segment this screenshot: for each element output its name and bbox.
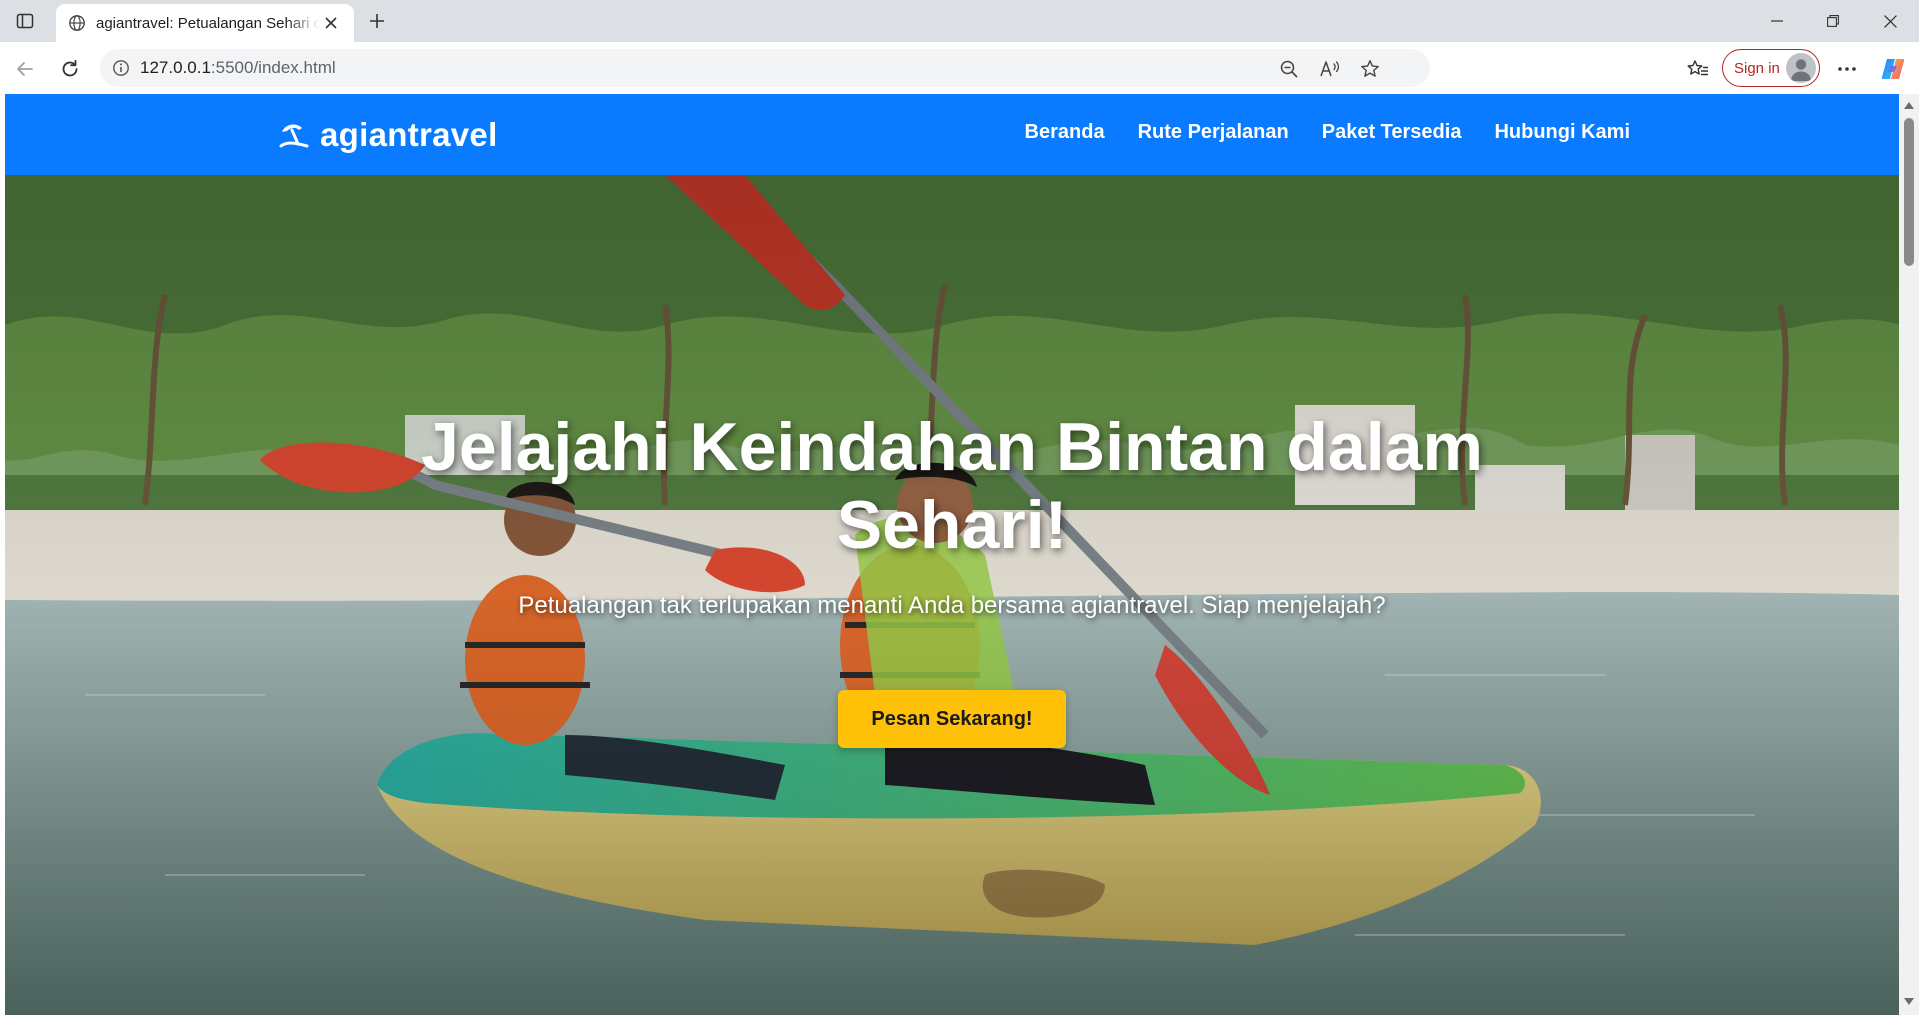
close-window-button[interactable] [1862,0,1918,42]
sidebar-toggle-button[interactable] [8,6,42,36]
nav-link-paket-tersedia[interactable]: Paket Tersedia [1322,121,1462,144]
reload-button[interactable] [53,52,87,86]
page-scrollbar[interactable] [1899,94,1919,1015]
restore-button[interactable] [1805,0,1861,42]
restore-icon [1827,15,1839,27]
umbrella-beach-icon [278,119,310,151]
address-text: 127.0.0.1:5500/index.html [140,58,336,78]
scroll-thumb[interactable] [1904,118,1914,266]
read-aloud-icon [1320,61,1340,77]
info-icon[interactable] [112,59,130,77]
nav-link-rute-perjalanan[interactable]: Rute Perjalanan [1138,121,1289,144]
minimize-button[interactable] [1749,0,1805,42]
globe-icon [69,15,85,31]
main-nav: Beranda Rute Perjalanan Paket Tersedia H… [1025,121,1630,144]
more-icon [1838,67,1856,71]
zoom-out-icon [1280,60,1298,78]
browser-toolbar: 127.0.0.1:5500/index.html Sign in [0,42,1919,94]
plus-icon [370,14,384,28]
browser-tab[interactable]: agiantravel: Petualangan Sehari di Binta… [56,4,354,42]
avatar [1786,53,1816,83]
tab-title: agiantravel: Petualangan Sehari di Binta… [96,14,320,32]
zoom-button[interactable] [1276,56,1302,82]
person-icon [1790,59,1812,81]
hero-title: Jelajahi Keindahan Bintan dalam Sehari! [421,409,1483,563]
sign-in-button[interactable]: Sign in [1722,49,1820,87]
new-tab-button[interactable] [361,6,393,36]
address-bar[interactable]: 127.0.0.1:5500/index.html [100,49,1430,87]
scroll-up-arrow[interactable] [1904,102,1914,109]
sign-in-label: Sign in [1734,59,1780,77]
favorites-button[interactable] [1681,52,1715,86]
reload-icon [62,59,78,77]
close-icon [325,17,337,29]
copilot-button[interactable] [1876,52,1910,86]
site-navbar: agiantravel Beranda Rute Perjalanan Pake… [5,94,1899,175]
read-aloud-button[interactable] [1317,56,1343,82]
brand-logo-link[interactable]: agiantravel [278,114,498,156]
star-icon [1361,60,1379,77]
scroll-down-arrow[interactable] [1904,998,1914,1005]
address-host: 127.0.0.1 [140,58,211,77]
arrow-left-icon [17,62,33,76]
address-path: :5500/index.html [210,58,336,77]
copilot-icon [1881,59,1905,79]
back-button[interactable] [8,52,42,86]
book-now-button[interactable]: Pesan Sekarang! [838,690,1066,748]
hero-subtitle: Petualangan tak terlupakan menanti Anda … [518,592,1386,619]
minimize-icon [1771,20,1783,22]
tab-close-button[interactable] [320,12,342,34]
close-icon [1883,14,1897,28]
favorites-icon [1687,60,1708,76]
add-favorite-button[interactable] [1357,56,1383,82]
tab-strip: agiantravel: Petualangan Sehari di Binta… [0,0,1919,42]
nav-link-hubungi-kami[interactable]: Hubungi Kami [1494,121,1630,144]
page-viewport: agiantravel Beranda Rute Perjalanan Pake… [5,94,1899,1015]
nav-link-beranda[interactable]: Beranda [1025,121,1105,144]
more-button[interactable] [1830,52,1864,86]
sidebar-icon [16,13,34,29]
brand-name: agiantravel [320,116,498,153]
hero-section: Jelajahi Keindahan Bintan dalam Sehari! … [5,175,1899,1015]
hero-content: Jelajahi Keindahan Bintan dalam Sehari! … [5,175,1899,1015]
